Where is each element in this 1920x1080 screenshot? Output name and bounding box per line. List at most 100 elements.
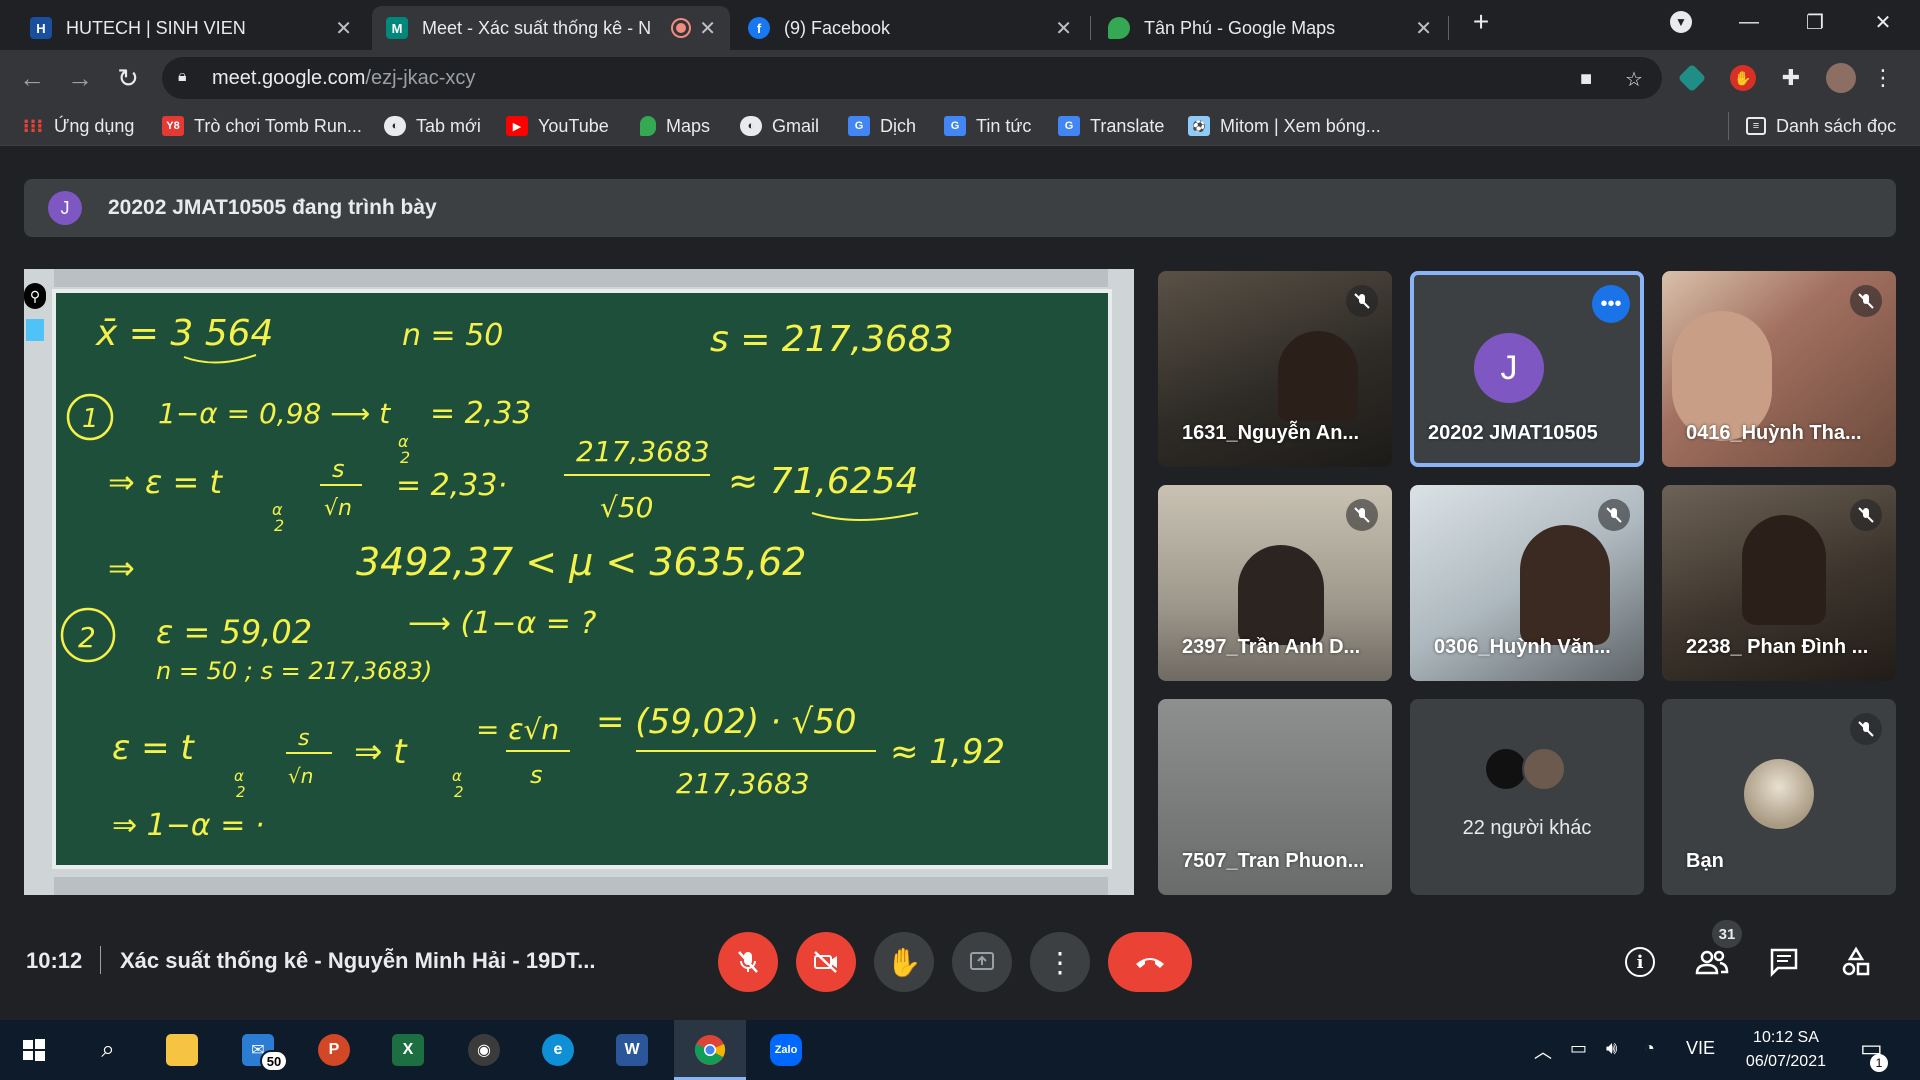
tab-search-chevron-icon[interactable]: ▼ bbox=[1648, 0, 1714, 44]
bookmark-translate[interactable]: G Translate bbox=[1058, 114, 1164, 138]
bookmark-youtube[interactable]: ▶ YouTube bbox=[506, 114, 609, 138]
tray-chevron-icon[interactable]: ︿ bbox=[1534, 1038, 1552, 1064]
bookmark-maps[interactable]: Maps bbox=[640, 114, 710, 138]
reading-list[interactable]: ≡ Danh sách đọc bbox=[1746, 114, 1896, 138]
bookmark-tomb-run[interactable]: Y8 Trò chơi Tomb Run... bbox=[162, 114, 362, 138]
bookmark-label: Dịch bbox=[880, 115, 917, 136]
participant-tile[interactable]: 0306_Huỳnh Văn... bbox=[1410, 485, 1644, 681]
participant-tile[interactable]: 2238_ Phan Đình ... bbox=[1662, 485, 1896, 681]
others-tile[interactable]: 22 người khác bbox=[1410, 699, 1644, 895]
presentation-view[interactable]: ⚲ x̄ = 3 564 n = 50 s = 217,3683 1 1−α =… bbox=[24, 269, 1134, 895]
tab-meet[interactable]: M Meet - Xác suất thống kê - N ✕ bbox=[372, 6, 730, 50]
bookmark-label: Ứng dụng bbox=[54, 115, 135, 136]
meeting-clock: 10:12 bbox=[26, 948, 83, 973]
chrome-icon[interactable] bbox=[688, 1028, 732, 1072]
globe-icon: ◐ bbox=[740, 116, 762, 136]
camera-icon[interactable]: ■ bbox=[1574, 67, 1598, 91]
participant-tile[interactable]: 1631_Nguyễn An... bbox=[1158, 271, 1392, 467]
zalo-icon[interactable]: Zalo bbox=[764, 1028, 808, 1072]
forward-icon[interactable]: → bbox=[64, 62, 96, 94]
battery-icon[interactable]: ▭ bbox=[1570, 1038, 1587, 1059]
davinci-icon[interactable]: ◉ bbox=[462, 1028, 506, 1072]
others-count-label: 22 người khác bbox=[1462, 817, 1592, 839]
windows-start-icon[interactable] bbox=[12, 1028, 56, 1072]
window-close-icon[interactable]: ✕ bbox=[1850, 0, 1916, 44]
present-now-button[interactable] bbox=[952, 932, 1012, 992]
search-icon[interactable]: ⌕ bbox=[86, 1028, 130, 1072]
back-icon[interactable]: ← bbox=[16, 62, 48, 94]
fraction-denominator: s bbox=[530, 761, 543, 789]
word-icon[interactable]: W bbox=[610, 1028, 654, 1072]
meeting-details-button[interactable]: i bbox=[1618, 940, 1662, 984]
address-bar[interactable]: 🔒︎ meet.google.com/ezj-jkac-xcy ■ ☆ bbox=[162, 57, 1662, 99]
bookmark-gmail[interactable]: ◐ Gmail bbox=[740, 114, 819, 138]
mail-count-badge: 50 bbox=[260, 1050, 288, 1072]
mic-off-icon bbox=[738, 951, 758, 973]
fraction-numerator: = ε√n bbox=[476, 713, 559, 746]
powerpoint-icon[interactable]: P bbox=[312, 1028, 356, 1072]
bookmark-dich[interactable]: G Dịch bbox=[848, 114, 916, 138]
close-icon[interactable]: ✕ bbox=[1055, 16, 1072, 41]
close-icon[interactable]: ✕ bbox=[699, 16, 716, 41]
windows-taskbar: ⌕ ✉ 50 P X ◉ e W Zalo ︿ ▭ 🔊︎ ◔ VIE 10:12… bbox=[0, 1020, 1920, 1080]
hand-icon: ✋ bbox=[886, 946, 922, 978]
reload-icon[interactable]: ↻ bbox=[112, 62, 144, 94]
board-line-interval: 3492,37 < μ < 3635,62 bbox=[356, 540, 806, 584]
profile-avatar[interactable] bbox=[1826, 63, 1856, 93]
meet-main: J 20202 JMAT10505 đang trình bày ⚲ x̄ = … bbox=[0, 147, 1920, 1017]
taskbar-clock[interactable]: 10:12 SA 06/07/2021 bbox=[1746, 1026, 1826, 1074]
board-line-substitution: = (59,02) · √50 bbox=[596, 702, 857, 742]
bookmark-apps[interactable]: ⁝⁝⁝ Ứng dụng bbox=[22, 114, 135, 138]
presenter-avatar: J bbox=[48, 191, 82, 225]
tab-hutech[interactable]: H HUTECH | SINH VIEN ✕ bbox=[16, 6, 366, 50]
restore-icon[interactable]: ❐ bbox=[1782, 0, 1848, 44]
bookmark-tin-tuc[interactable]: G Tin tức bbox=[944, 114, 1031, 138]
tab-maps[interactable]: Tân Phú - Google Maps ✕ bbox=[1094, 6, 1446, 50]
board-frame-top bbox=[54, 269, 1108, 287]
self-tile[interactable]: Bạn bbox=[1662, 699, 1896, 895]
participant-tile[interactable]: 2397_Trần Anh D... bbox=[1158, 485, 1392, 681]
wifi-icon[interactable]: ◔ bbox=[1644, 1038, 1655, 1059]
bookmark-star-icon[interactable]: ☆ bbox=[1622, 67, 1646, 91]
close-icon[interactable]: ✕ bbox=[335, 16, 352, 41]
board-line-given: n = 50 ; s = 217,3683) bbox=[156, 657, 432, 685]
mic-off-icon bbox=[1850, 499, 1882, 531]
extension-diamond-icon[interactable] bbox=[1677, 63, 1707, 93]
bookmark-label: Tin tức bbox=[976, 115, 1032, 136]
participant-name: 7507_Tran Phuon... bbox=[1182, 850, 1365, 872]
extension-hand-icon[interactable]: ✋ bbox=[1730, 65, 1756, 91]
hutech-favicon-icon: H bbox=[30, 17, 52, 39]
maps-favicon-icon bbox=[1108, 17, 1130, 39]
mic-toggle-button[interactable] bbox=[718, 932, 778, 992]
pin-icon[interactable]: ⚲ bbox=[24, 283, 46, 309]
excel-icon[interactable]: X bbox=[386, 1028, 430, 1072]
participant-tile[interactable]: 0416_Huỳnh Tha... bbox=[1662, 271, 1896, 467]
extensions-puzzle-icon[interactable]: ✚ bbox=[1778, 65, 1804, 91]
participant-tile-speaking[interactable]: J ••• 20202 JMAT10505 bbox=[1410, 271, 1644, 467]
participant-tile[interactable]: 7507_Tran Phuon... bbox=[1158, 699, 1392, 895]
bookmark-label: Gmail bbox=[772, 115, 820, 136]
chat-button[interactable] bbox=[1762, 940, 1806, 984]
close-icon[interactable]: ✕ bbox=[1415, 16, 1432, 41]
youtube-icon: ▶ bbox=[506, 116, 528, 136]
game-icon: Y8 bbox=[162, 116, 184, 136]
mail-icon[interactable]: ✉ 50 bbox=[236, 1028, 288, 1072]
leave-call-button[interactable] bbox=[1108, 932, 1192, 992]
language-indicator[interactable]: VIE bbox=[1686, 1038, 1715, 1059]
board-line-n: n = 50 bbox=[402, 318, 503, 353]
camera-toggle-button[interactable] bbox=[796, 932, 856, 992]
menu-kebab-icon[interactable]: ⋮ bbox=[1870, 65, 1896, 91]
tab-facebook[interactable]: f (9) Facebook ✕ bbox=[734, 6, 1086, 50]
raise-hand-button[interactable]: ✋ bbox=[874, 932, 934, 992]
lock-icon[interactable]: 🔒︎ bbox=[178, 68, 187, 86]
volume-icon[interactable]: 🔊︎ bbox=[1606, 1038, 1617, 1059]
bookmark-new-tab[interactable]: ◐ Tab mới bbox=[384, 114, 481, 138]
new-tab-plus-icon[interactable]: + bbox=[1448, 0, 1514, 44]
bookmark-mitom[interactable]: ⚽ Mitom | Xem bóng... bbox=[1188, 114, 1381, 138]
more-options-icon[interactable]: ••• bbox=[1592, 285, 1630, 323]
edge-icon[interactable]: e bbox=[536, 1028, 580, 1072]
more-options-button[interactable]: ⋮ bbox=[1030, 932, 1090, 992]
activities-button[interactable] bbox=[1834, 940, 1878, 984]
minimize-icon[interactable]: — bbox=[1716, 0, 1782, 44]
file-explorer-icon[interactable] bbox=[160, 1028, 204, 1072]
